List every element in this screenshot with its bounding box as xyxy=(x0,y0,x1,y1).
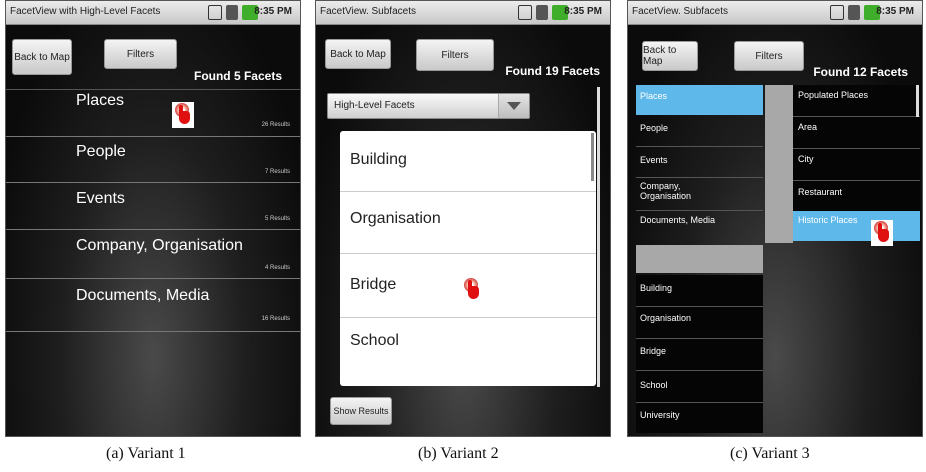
facet-count: 5 Results xyxy=(264,216,290,222)
facet-row-people[interactable]: People 7 Results xyxy=(6,137,300,183)
list-item-label: Restaurant xyxy=(798,187,843,197)
found-count: Found 12 Facets xyxy=(813,65,908,79)
list-item[interactable]: University xyxy=(636,403,763,433)
list-item[interactable]: People xyxy=(636,116,763,147)
list-item[interactable]: Organisation xyxy=(340,192,596,252)
clock: 8:35 PM xyxy=(564,6,602,17)
outer-scrollbar[interactable] xyxy=(597,87,600,387)
network-icon xyxy=(518,5,532,20)
found-count: Found 5 Facets xyxy=(193,69,282,83)
variant-1-screen: FacetView with High-Level Facets 8:35 PM… xyxy=(5,0,301,437)
facet-count: 16 Results xyxy=(261,316,290,322)
list-item-selected[interactable]: Places xyxy=(636,85,763,115)
facet-row-events[interactable]: Events 5 Results xyxy=(6,183,300,229)
list-scrollbar[interactable] xyxy=(916,85,919,117)
list-item-label: Company, Organisation xyxy=(640,181,692,201)
list-item-label: School xyxy=(350,332,399,349)
list-item-label: Bridge xyxy=(350,276,397,293)
list-item-label: Building xyxy=(350,151,407,168)
back-to-map-button[interactable]: Back to Map xyxy=(642,41,698,71)
list-item-label: Places xyxy=(640,91,668,101)
touch-cursor-icon xyxy=(461,277,483,303)
list-item[interactable]: Bridge xyxy=(636,339,763,371)
bottom-facet-column: Building Organisation Bridge School Univ… xyxy=(636,275,763,433)
status-bar: FacetView. Subfacets 8:35 PM xyxy=(316,1,610,25)
filters-button[interactable]: Filters xyxy=(416,39,494,71)
list-item[interactable]: Building xyxy=(340,131,596,191)
window-title: FacetView. Subfacets xyxy=(320,6,416,17)
list-item[interactable]: School xyxy=(636,371,763,403)
list-item-label: Documents, Media xyxy=(640,215,716,225)
list-item-label: Bridge xyxy=(640,346,667,356)
signal-icon xyxy=(536,5,548,20)
list-item-selected[interactable]: Historic Places xyxy=(793,211,920,241)
dropdown-arrow-icon xyxy=(498,94,529,118)
caption-variant-2: (b) Variant 2 xyxy=(418,445,499,462)
variant-2-screen: FacetView. Subfacets 8:35 PM Back to Map… xyxy=(315,0,611,437)
status-bar: FacetView. Subfacets 8:35 PM xyxy=(628,1,922,25)
caption-variant-1: (a) Variant 1 xyxy=(106,445,186,462)
list-item[interactable]: Populated Places xyxy=(793,85,920,117)
list-item-label: City xyxy=(798,154,814,164)
list-item[interactable]: Area xyxy=(793,117,920,149)
window-title: FacetView with High-Level Facets xyxy=(10,6,161,17)
list-item-label: Building xyxy=(640,283,673,293)
status-bar: FacetView with High-Level Facets 8:35 PM xyxy=(6,1,300,25)
subfacet-list: Building Organisation Bridge School xyxy=(340,131,596,386)
filters-button[interactable]: Filters xyxy=(104,39,177,69)
facet-dropdown[interactable]: High-Level Facets xyxy=(327,93,530,119)
left-facet-column: Places People Events Company, Organisati… xyxy=(636,85,763,241)
connector-vertical xyxy=(765,85,793,243)
list-item-label: University xyxy=(640,410,680,420)
list-item[interactable]: Company, Organisation xyxy=(636,178,763,211)
facet-name: People xyxy=(76,143,126,160)
list-item[interactable]: School xyxy=(340,318,596,378)
facet-name: Company, Organisation xyxy=(76,237,243,254)
divider xyxy=(6,331,300,332)
right-facet-column: Populated Places Area City Restaurant Hi… xyxy=(793,85,920,241)
found-count: Found 19 Facets xyxy=(505,64,600,78)
facet-row-places[interactable]: Places 26 Results xyxy=(6,90,300,136)
clock: 8:35 PM xyxy=(876,6,914,17)
clock: 8:35 PM xyxy=(254,6,292,17)
facet-row-company[interactable]: Company, Organisation 4 Results xyxy=(6,230,300,278)
list-item-label: Organisation xyxy=(350,210,441,227)
list-item-label: Populated Places xyxy=(798,90,869,100)
facet-count: 4 Results xyxy=(264,265,290,271)
list-item[interactable]: Restaurant xyxy=(793,181,920,211)
list-item-label: People xyxy=(640,123,669,133)
list-item[interactable]: Organisation xyxy=(636,307,763,339)
facet-count: 7 Results xyxy=(264,169,290,175)
list-item-label: Events xyxy=(640,155,668,165)
show-results-button[interactable]: Show Results xyxy=(330,397,392,425)
list-item-label: School xyxy=(640,380,668,390)
back-to-map-button[interactable]: Back to Map xyxy=(12,39,72,75)
list-item[interactable]: Documents, Media xyxy=(636,211,763,241)
facet-name: Places xyxy=(76,92,125,109)
list-item-label: Historic Places xyxy=(798,215,858,225)
list-scrollbar[interactable] xyxy=(591,133,594,181)
caption-variant-3: (c) Variant 3 xyxy=(730,445,810,462)
signal-icon xyxy=(226,5,238,20)
facet-name: Documents, Media xyxy=(76,287,210,304)
facet-row-documents[interactable]: Documents, Media 16 Results xyxy=(6,279,300,331)
variant-3-screen: FacetView. Subfacets 8:35 PM Back to Map… xyxy=(627,0,923,437)
touch-cursor-icon xyxy=(172,102,194,128)
list-item-label: Area xyxy=(798,122,818,132)
signal-icon xyxy=(848,5,860,20)
window-title: FacetView. Subfacets xyxy=(632,6,728,17)
facet-name: Events xyxy=(76,190,125,207)
facet-count: 26 Results xyxy=(261,122,290,128)
connector-horizontal xyxy=(636,245,763,273)
list-item[interactable]: Events xyxy=(636,147,763,178)
list-item-label: Organisation xyxy=(640,313,692,323)
network-icon xyxy=(830,5,844,20)
back-to-map-button[interactable]: Back to Map xyxy=(325,39,391,69)
dropdown-value: High-Level Facets xyxy=(334,100,415,111)
network-icon xyxy=(208,5,222,20)
filters-button[interactable]: Filters xyxy=(734,41,804,71)
list-item[interactable]: Building xyxy=(636,275,763,307)
list-item[interactable]: City xyxy=(793,149,920,181)
touch-cursor-icon xyxy=(871,220,893,246)
